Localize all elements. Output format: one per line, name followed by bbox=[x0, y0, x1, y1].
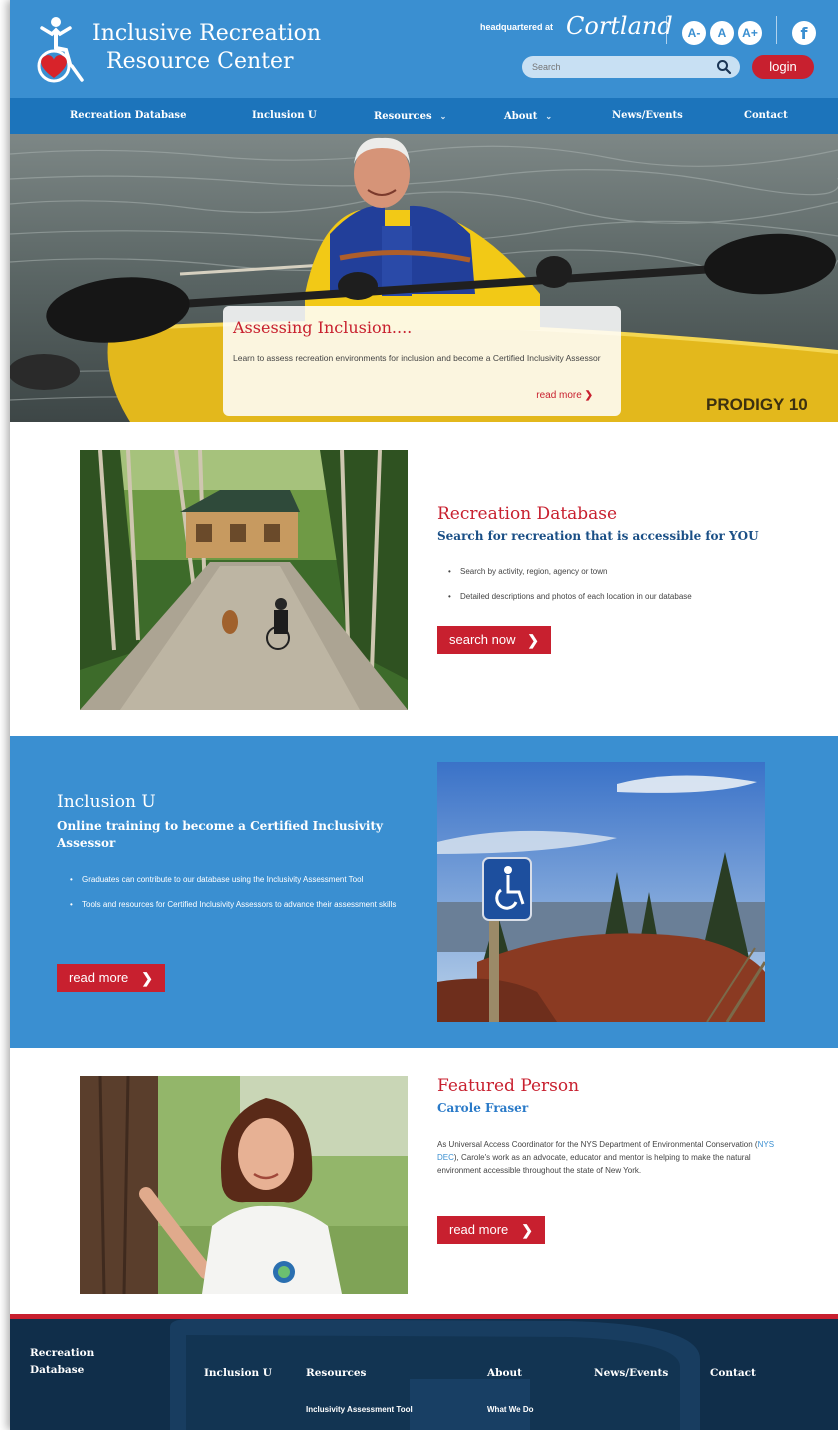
section-title[interactable]: Featured Person bbox=[437, 1076, 579, 1096]
chevron-right-icon: ❯ bbox=[141, 970, 153, 986]
nav-label: Resources bbox=[374, 111, 432, 122]
nav-item-news-events[interactable]: News/Events bbox=[612, 98, 683, 134]
footer-link-what-we-do[interactable]: What We Do bbox=[487, 1405, 534, 1414]
feature-list: Graduates can contribute to our database… bbox=[68, 874, 408, 924]
site-header: Inclusive Recreation Resource Center hea… bbox=[10, 0, 838, 98]
recreation-database-section: Recreation Database Search for recreatio… bbox=[10, 422, 838, 736]
inclusion-u-read-more-button[interactable]: read more ❯ bbox=[57, 964, 165, 992]
chevron-right-icon: ❯ bbox=[584, 390, 593, 401]
featured-person-bio: As Universal Access Coordinator for the … bbox=[437, 1138, 777, 1177]
bio-text: As Universal Access Coordinator for the … bbox=[437, 1140, 758, 1149]
header-divider bbox=[776, 16, 777, 44]
footer-label: Database bbox=[30, 1364, 85, 1376]
search-bar bbox=[522, 56, 740, 78]
featured-person-section: Featured Person Carole Fraser As Univers… bbox=[10, 1048, 838, 1314]
font-increase-button[interactable]: A+ bbox=[738, 21, 762, 45]
font-normal-button[interactable]: A bbox=[710, 21, 734, 45]
hq-label: headquartered at bbox=[480, 22, 554, 32]
featured-read-more-button[interactable]: read more ❯ bbox=[437, 1216, 545, 1244]
nav-label: News/Events bbox=[612, 110, 683, 121]
nav-label: Contact bbox=[744, 110, 788, 121]
chevron-down-icon: ⌄ bbox=[545, 111, 553, 121]
inclusion-u-section: Inclusion U Online training to become a … bbox=[10, 736, 838, 1048]
irrc-logo-icon[interactable] bbox=[30, 14, 90, 86]
cabin-trail-photo bbox=[80, 450, 408, 710]
nav-item-inclusion-u[interactable]: Inclusion U bbox=[252, 98, 317, 134]
site-title-line1: Inclusive Recreation bbox=[92, 21, 322, 46]
nav-label: Inclusion U bbox=[252, 110, 317, 121]
button-label: read more bbox=[449, 1222, 509, 1237]
footer-label: Recreation bbox=[30, 1347, 95, 1359]
nav-item-resources[interactable]: Resources ⌄ bbox=[374, 98, 446, 134]
hero-title[interactable]: Assessing Inclusion.... bbox=[233, 318, 412, 337]
hero-read-more-link[interactable]: read more ❯ bbox=[536, 390, 593, 401]
search-now-button[interactable]: search now ❯ bbox=[437, 626, 551, 654]
hero-text: Learn to assess recreation environments … bbox=[233, 353, 601, 363]
bio-text: ), Carole's work as an advocate, educato… bbox=[437, 1153, 751, 1175]
nav-label: About bbox=[504, 111, 538, 122]
feature-list: Search by activity, region, agency or to… bbox=[446, 566, 816, 616]
cortland-logo[interactable]: Cortland bbox=[566, 12, 673, 40]
section-title[interactable]: Recreation Database bbox=[437, 504, 617, 524]
chevron-right-icon: ❯ bbox=[527, 632, 539, 648]
section-subtitle: Search for recreation that is accessible… bbox=[437, 529, 759, 543]
site-title-line2: Resource Center bbox=[106, 49, 294, 74]
chevron-down-icon: ⌄ bbox=[439, 111, 447, 121]
read-more-label: read more bbox=[536, 390, 582, 401]
main-nav: Recreation Database Inclusion U Resource… bbox=[10, 98, 838, 134]
page-frame: Inclusive Recreation Resource Center hea… bbox=[10, 0, 838, 1430]
accessible-trail-photo bbox=[437, 762, 765, 1022]
list-item: Tools and resources for Certified Inclus… bbox=[68, 899, 408, 911]
nav-item-about[interactable]: About ⌄ bbox=[504, 98, 552, 134]
nav-label: Recreation Database bbox=[70, 110, 187, 121]
footer-link-news-events[interactable]: News/Events bbox=[594, 1365, 668, 1382]
section-subtitle: Online training to become a Certified In… bbox=[57, 819, 383, 850]
header-divider bbox=[666, 16, 667, 44]
footer-link-about[interactable]: About bbox=[487, 1365, 522, 1382]
kayak-label: PRODIGY 10 bbox=[706, 395, 808, 414]
facebook-icon[interactable]: f bbox=[792, 21, 816, 45]
footer-link-contact[interactable]: Contact bbox=[710, 1365, 756, 1382]
section-title[interactable]: Inclusion U bbox=[57, 792, 156, 812]
nav-item-recreation-database[interactable]: Recreation Database bbox=[70, 98, 186, 134]
nav-item-contact[interactable]: Contact bbox=[744, 98, 788, 134]
list-item: Graduates can contribute to our database… bbox=[68, 874, 408, 886]
footer-link-inclusion-u[interactable]: Inclusion U bbox=[204, 1365, 272, 1382]
search-input[interactable] bbox=[532, 59, 712, 75]
site-footer: Recreation Database Inclusion U Resource… bbox=[10, 1319, 838, 1430]
font-decrease-button[interactable]: A- bbox=[682, 21, 706, 45]
button-label: read more bbox=[69, 970, 129, 985]
footer-link-resources[interactable]: Resources bbox=[306, 1365, 366, 1382]
footer-link-recreation-database[interactable]: Recreation Database bbox=[30, 1345, 94, 1379]
login-button[interactable]: login bbox=[752, 55, 814, 79]
button-label: search now bbox=[449, 632, 516, 647]
site-title[interactable]: Inclusive Recreation Resource Center bbox=[92, 20, 321, 76]
hero-banner: PRODIGY 10 Assessing Inclusion.... Learn… bbox=[10, 134, 838, 422]
chevron-right-icon: ❯ bbox=[521, 1222, 533, 1238]
carole-fraser-photo bbox=[80, 1076, 408, 1294]
hero-caption-card: Assessing Inclusion.... Learn to assess … bbox=[223, 306, 621, 416]
list-item: Detailed descriptions and photos of each… bbox=[446, 591, 816, 603]
list-item: Search by activity, region, agency or to… bbox=[446, 566, 816, 578]
featured-person-name[interactable]: Carole Fraser bbox=[437, 1100, 528, 1117]
footer-link-assessment-tool[interactable]: Inclusivity Assessment Tool bbox=[306, 1405, 413, 1414]
search-icon[interactable] bbox=[716, 59, 732, 75]
